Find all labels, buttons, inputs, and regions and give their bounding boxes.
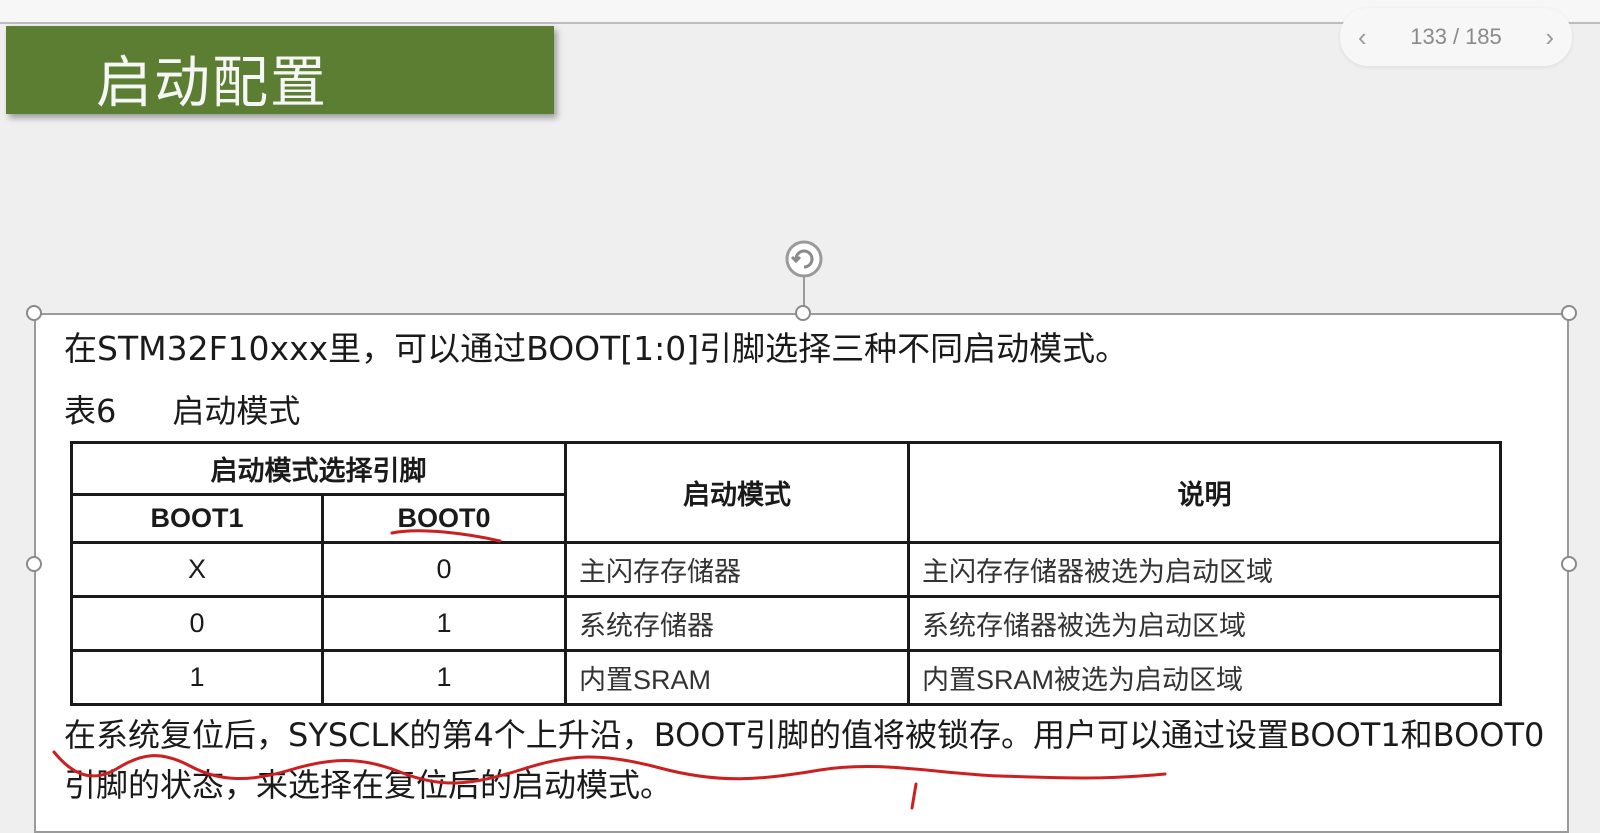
page-separator: / <box>1452 24 1460 49</box>
cell-desc: 主闪存存储器被选为启动区域 <box>907 541 1502 598</box>
page-indicator: 133 / 185 <box>1410 24 1502 50</box>
table-caption-label: 表6 <box>64 392 117 430</box>
rotate-handle-icon[interactable] <box>783 238 825 280</box>
boot-mode-table: 启动模式选择引脚 启动模式 说明 BOOT1 BOOT0 X 0 主闪存存储器 … <box>70 441 1502 706</box>
resize-handle-middle-left[interactable] <box>26 556 42 572</box>
page-navigator: ‹ 133 / 185 › <box>1340 8 1572 66</box>
table-row: 1 1 内置SRAM 内置SRAM被选为启动区域 <box>70 649 1502 706</box>
table-caption: 表6 启动模式 <box>64 386 300 432</box>
chevron-left-icon[interactable]: ‹ <box>1358 24 1367 50</box>
cell-boot0: 1 <box>321 595 567 652</box>
slide-title-banner: 启动配置 <box>6 26 554 116</box>
cell-desc: 内置SRAM被选为启动区域 <box>907 649 1502 706</box>
resize-handle-top-right[interactable] <box>1561 305 1577 321</box>
cell-boot1: 1 <box>70 649 324 706</box>
cell-boot0: 1 <box>321 649 567 706</box>
page-total: 185 <box>1465 24 1502 49</box>
cell-boot1: X <box>70 541 324 598</box>
table-header-row: 启动模式选择引脚 启动模式 说明 <box>70 441 1502 544</box>
cell-boot0: 0 <box>321 541 567 598</box>
cell-mode: 内置SRAM <box>564 649 910 706</box>
header-description: 说明 <box>907 441 1502 544</box>
body-paragraph: 在系统复位后，SYSCLK的第4个上升沿，BOOT引脚的值将被锁存。用户可以通过… <box>64 716 1545 804</box>
header-boot1: BOOT1 <box>70 493 324 544</box>
page-current: 133 <box>1410 24 1447 49</box>
table-caption-text: 启动模式 <box>172 392 301 430</box>
cell-desc: 系统存储器被选为启动区域 <box>907 595 1502 652</box>
cell-boot1: 0 <box>70 595 324 652</box>
cell-mode: 主闪存存储器 <box>564 541 910 598</box>
resize-handle-top-left[interactable] <box>26 305 42 321</box>
table-row: X 0 主闪存存储器 主闪存存储器被选为启动区域 <box>70 541 1502 598</box>
cell-mode: 系统存储器 <box>564 595 910 652</box>
slide-title: 启动配置 <box>96 51 328 116</box>
header-boot0: BOOT0 <box>321 493 567 544</box>
table-row: 0 1 系统存储器 系统存储器被选为启动区域 <box>70 595 1502 652</box>
header-pin-group: 启动模式选择引脚 <box>70 441 567 496</box>
chevron-right-icon[interactable]: › <box>1545 24 1554 50</box>
resize-handle-middle-right[interactable] <box>1561 556 1577 572</box>
intro-text: 在STM32F10xxx里，可以通过BOOT[1:0]引脚选择三种不同启动模式。 <box>64 329 1129 368</box>
resize-handle-top-center[interactable] <box>795 305 811 321</box>
header-boot-mode: 启动模式 <box>564 441 910 544</box>
